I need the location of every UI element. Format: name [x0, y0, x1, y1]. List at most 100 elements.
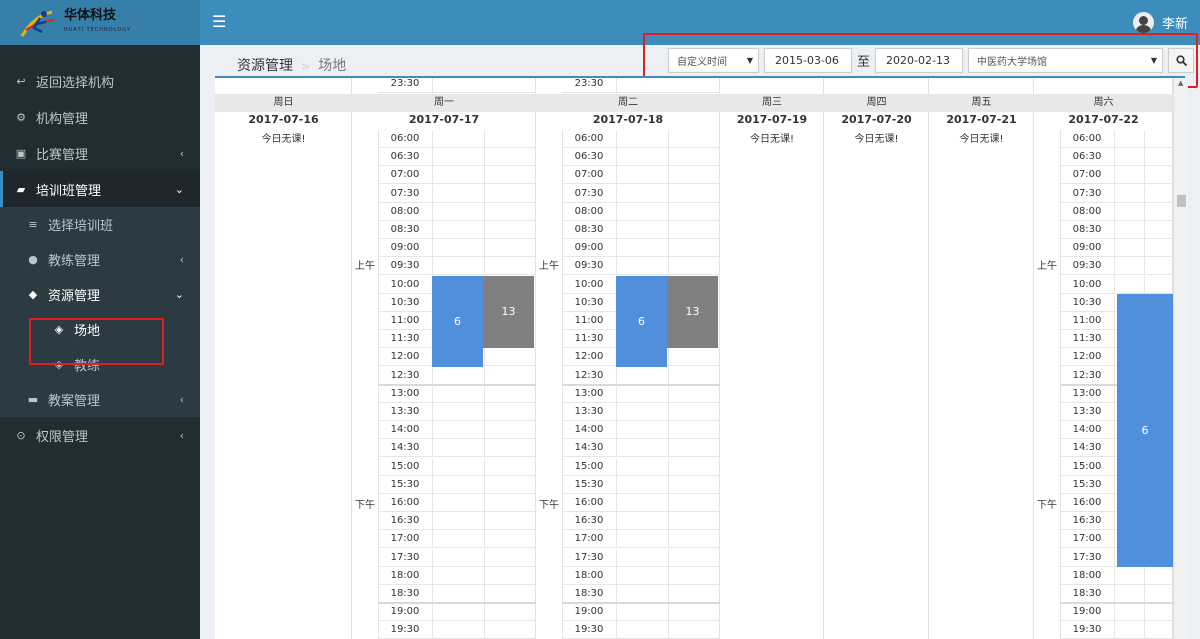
slot-cell[interactable] [484, 148, 536, 167]
slot-cell[interactable] [1114, 257, 1144, 276]
slot-cell[interactable] [616, 421, 668, 440]
class-block[interactable]: 6 [616, 275, 667, 367]
slot-cell[interactable] [1114, 221, 1144, 239]
slot-cell[interactable] [1114, 130, 1144, 148]
menu-toggle-icon[interactable]: ☰ [212, 12, 226, 31]
slot-cell[interactable] [1143, 130, 1173, 148]
sidebar-item-permission[interactable]: ⊙ 权限管理 ‹ [0, 417, 200, 453]
slot-cell[interactable] [668, 457, 720, 476]
sidebar-item-resource[interactable]: ◆ 资源管理 ⌄ [0, 277, 200, 312]
slot-cell[interactable] [616, 239, 668, 258]
slot-cell[interactable] [616, 566, 668, 585]
sidebar-item-match[interactable]: ▣ 比赛管理 ‹ [0, 135, 200, 171]
slot-cell[interactable] [616, 403, 668, 421]
slot-cell[interactable] [432, 403, 484, 421]
slot-cell[interactable] [484, 257, 536, 276]
slot-cell[interactable] [616, 366, 668, 385]
slot-cell[interactable] [616, 257, 668, 276]
slot-cell[interactable] [432, 603, 484, 622]
slot-cell[interactable] [616, 494, 668, 512]
slot-cell[interactable] [1143, 566, 1173, 585]
slot-cell[interactable] [668, 475, 720, 494]
slot-cell[interactable] [668, 512, 720, 531]
slot-cell[interactable] [616, 530, 668, 549]
slot-cell[interactable] [616, 202, 668, 221]
slot-cell[interactable] [668, 202, 720, 221]
slot-cell[interactable] [616, 512, 668, 531]
sidebar-item-back[interactable]: ↩ 返回选择机构 [0, 63, 200, 99]
slot-cell[interactable] [432, 475, 484, 494]
slot-cell[interactable] [484, 512, 536, 531]
slot-cell[interactable] [616, 130, 668, 148]
slot-cell[interactable] [432, 184, 484, 203]
slot-cell[interactable] [432, 257, 484, 276]
sidebar-item-org[interactable]: ⚙ 机构管理 [0, 99, 200, 135]
slot-cell[interactable] [668, 348, 720, 367]
slot-cell[interactable] [432, 384, 484, 403]
slot-cell[interactable] [616, 621, 668, 639]
slot-cell[interactable] [484, 184, 536, 203]
slot-cell[interactable] [616, 148, 668, 167]
slot-cell[interactable] [484, 494, 536, 512]
slot-cell[interactable] [484, 530, 536, 549]
slot-cell[interactable] [484, 603, 536, 622]
sidebar-item-coach-mgmt[interactable]: ● 教练管理 ‹ [0, 242, 200, 277]
slot-cell[interactable] [432, 239, 484, 258]
slot-cell[interactable] [668, 566, 720, 585]
slot-cell[interactable] [616, 603, 668, 622]
breadcrumb-parent[interactable]: 资源管理 [237, 58, 293, 74]
slot-cell[interactable] [616, 439, 668, 458]
slot-cell[interactable] [668, 530, 720, 549]
slot-cell[interactable] [484, 239, 536, 258]
slot-cell[interactable] [616, 585, 668, 603]
slot-cell[interactable] [668, 166, 720, 185]
slot-cell[interactable] [484, 585, 536, 603]
slot-cell[interactable] [484, 475, 536, 494]
slot-cell[interactable] [1143, 603, 1173, 622]
slot-cell[interactable] [484, 621, 536, 639]
slot-cell[interactable] [1143, 585, 1173, 603]
slot-cell[interactable] [1114, 275, 1144, 294]
slot-cell[interactable] [668, 421, 720, 440]
slot-cell[interactable] [668, 384, 720, 403]
slot-cell[interactable] [432, 512, 484, 531]
slot-cell[interactable] [668, 130, 720, 148]
slot-cell[interactable] [668, 184, 720, 203]
slot-cell[interactable] [668, 585, 720, 603]
slot-cell[interactable] [484, 202, 536, 221]
class-block[interactable]: 6 [1117, 293, 1173, 567]
slot-cell[interactable] [432, 585, 484, 603]
slot-cell[interactable] [616, 166, 668, 185]
slot-cell[interactable] [1143, 166, 1173, 185]
slot-cell[interactable] [1143, 257, 1173, 276]
slot-cell[interactable] [668, 603, 720, 622]
slot-cell[interactable] [668, 221, 720, 239]
slot-cell[interactable] [1114, 603, 1144, 622]
class-block[interactable]: 13 [483, 275, 534, 349]
slot-cell[interactable] [1114, 566, 1144, 585]
slot-cell[interactable] [484, 384, 536, 403]
slot-cell[interactable] [432, 494, 484, 512]
slot-cell[interactable] [668, 621, 720, 639]
class-block[interactable]: 6 [432, 275, 483, 367]
slot-cell[interactable] [432, 439, 484, 458]
slot-cell[interactable] [668, 148, 720, 167]
scroll-up-icon[interactable]: ▲ [1178, 79, 1183, 87]
slot-cell[interactable] [668, 239, 720, 258]
slot-cell[interactable] [484, 130, 536, 148]
slot-cell[interactable] [1143, 621, 1173, 639]
slot-cell[interactable] [668, 257, 720, 276]
slot-cell[interactable] [668, 366, 720, 385]
slot-cell[interactable] [616, 221, 668, 239]
slot-cell[interactable] [432, 566, 484, 585]
slot-cell[interactable] [616, 384, 668, 403]
slot-cell[interactable] [484, 348, 536, 367]
slot-cell[interactable] [484, 166, 536, 185]
slot-cell[interactable] [432, 530, 484, 549]
slot-cell[interactable] [1143, 202, 1173, 221]
slot-cell[interactable] [1114, 184, 1144, 203]
slot-cell[interactable] [1143, 275, 1173, 294]
slot-cell[interactable] [668, 439, 720, 458]
slot-cell[interactable] [484, 221, 536, 239]
slot-cell[interactable] [432, 421, 484, 440]
